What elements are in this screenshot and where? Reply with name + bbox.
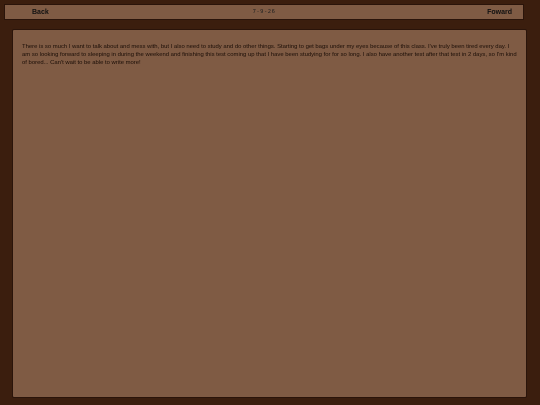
- journal-entry-text: There is so much I want to talk about an…: [22, 44, 517, 66]
- top-navigation-bar: Back 7-9-26 Foward: [4, 4, 524, 20]
- forward-button[interactable]: Foward: [487, 5, 512, 20]
- entry-date: 7-9-26: [252, 9, 276, 15]
- journal-page: There is so much I want to talk about an…: [12, 29, 527, 398]
